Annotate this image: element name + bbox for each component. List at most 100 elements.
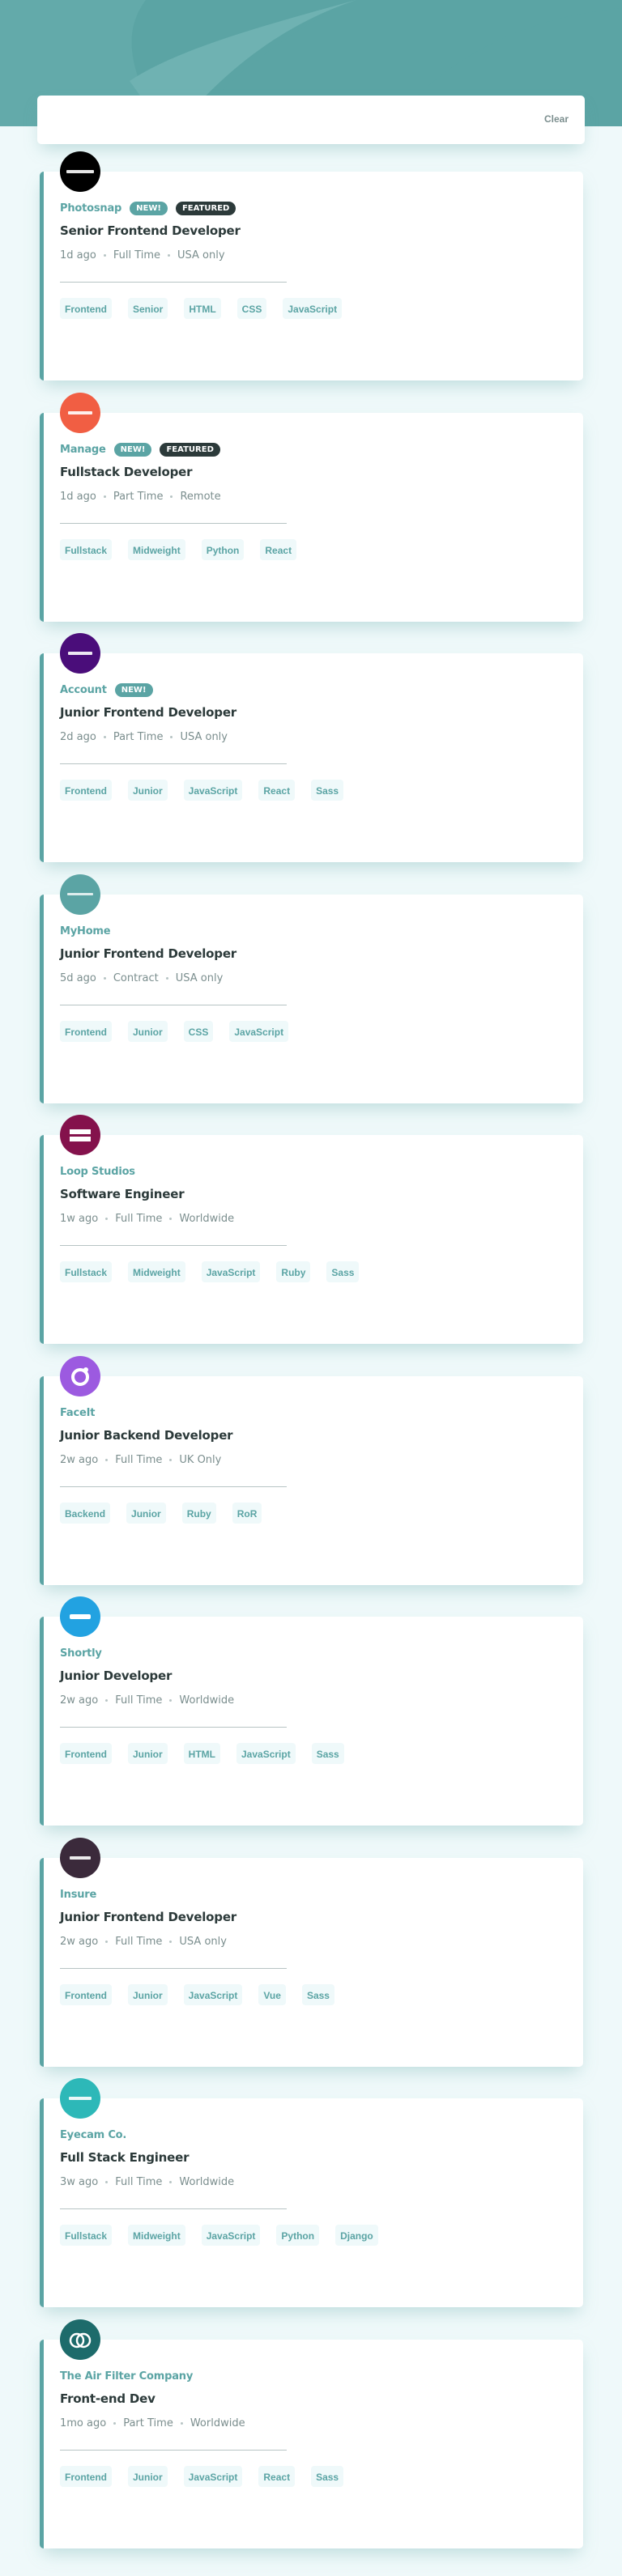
job-meta: 2w ago Full Time USA only xyxy=(60,1936,227,1948)
filter-tag[interactable]: Junior xyxy=(128,1984,168,2005)
divider xyxy=(60,1245,287,1246)
filter-tag[interactable]: Ruby xyxy=(276,1261,311,1282)
filter-tag[interactable]: Sass xyxy=(326,1261,360,1282)
divider xyxy=(60,763,287,764)
filter-tag[interactable]: Django xyxy=(335,2225,378,2246)
separator-dot xyxy=(168,254,171,257)
filter-tag[interactable]: Sass xyxy=(311,1743,344,1764)
job-location: UK Only xyxy=(179,1454,222,1466)
job-title[interactable]: Full Stack Engineer xyxy=(60,2150,189,2165)
filter-tag[interactable]: Fullstack xyxy=(60,2225,113,2246)
filter-tag[interactable]: Midweight xyxy=(128,539,185,560)
job-card: Account NEW! Junior Frontend Developer 2d a… xyxy=(40,633,583,862)
filter-tag[interactable]: Junior xyxy=(128,1021,168,1042)
divider xyxy=(60,523,287,524)
job-location: USA only xyxy=(179,1936,227,1948)
filter-tag[interactable]: Vue xyxy=(258,1984,286,2005)
job-title[interactable]: Junior Frontend Developer xyxy=(60,1910,236,1924)
filter-tag[interactable]: JavaScript xyxy=(183,780,243,801)
job-title[interactable]: Junior Developer xyxy=(60,1668,172,1683)
filter-tag[interactable]: Fullstack xyxy=(60,539,113,560)
job-title[interactable]: Fullstack Developer xyxy=(60,465,193,479)
filter-tag[interactable]: Frontend xyxy=(60,298,112,319)
filter-tag[interactable]: Frontend xyxy=(60,780,112,801)
filter-tag[interactable]: React xyxy=(260,539,297,560)
filter-tag[interactable]: HTML xyxy=(184,298,221,319)
filter-tag[interactable]: Python xyxy=(201,539,245,560)
company-name: The Air Filter Company xyxy=(60,2370,194,2383)
job-meta: 1w ago Full Time Worldwide xyxy=(60,1213,234,1225)
filter-tag[interactable]: CSS xyxy=(236,298,267,319)
filter-tag[interactable]: JavaScript xyxy=(183,1984,243,2005)
insure-logo-icon xyxy=(60,1838,100,1878)
company-name: FaceIt xyxy=(60,1406,96,1419)
filter-tag[interactable]: Python xyxy=(276,2225,320,2246)
job-title[interactable]: Junior Frontend Developer xyxy=(60,946,236,961)
filter-tag[interactable]: Frontend xyxy=(60,1743,112,1764)
filter-tag[interactable]: Frontend xyxy=(60,1021,112,1042)
separator-dot xyxy=(113,2422,117,2425)
posted-time: 5d ago xyxy=(60,972,96,984)
tag-list: Fullstack Midweight Python React xyxy=(60,539,297,560)
separator-dot xyxy=(105,1459,109,1461)
contract-type: Full Time xyxy=(113,249,161,261)
filter-tag[interactable]: HTML xyxy=(183,1743,220,1764)
job-title[interactable]: Junior Backend Developer xyxy=(60,1428,233,1443)
filter-tag[interactable]: Junior xyxy=(128,2466,168,2487)
filter-tag[interactable]: Frontend xyxy=(60,2466,112,2487)
job-title[interactable]: Senior Frontend Developer xyxy=(60,223,241,238)
tag-list: Frontend Junior CSS JavaScript xyxy=(60,1021,289,1042)
manage-logo-icon xyxy=(60,393,100,433)
filter-tag[interactable]: JavaScript xyxy=(229,1021,289,1042)
filter-tag[interactable]: Sass xyxy=(311,2466,344,2487)
posted-time: 2w ago xyxy=(60,1454,99,1466)
posted-time: 2w ago xyxy=(60,1694,99,1707)
filter-tag[interactable]: JavaScript xyxy=(201,2225,261,2246)
filter-tag[interactable]: RoR xyxy=(232,1503,262,1524)
job-title[interactable]: Junior Frontend Developer xyxy=(60,705,236,720)
tag-list: Fullstack Midweight JavaScript Ruby Sass xyxy=(60,1261,360,1282)
filter-tag[interactable]: Fullstack xyxy=(60,1261,113,1282)
filter-tag[interactable]: JavaScript xyxy=(236,1743,296,1764)
filter-tag[interactable]: Senior xyxy=(128,298,168,319)
tag-list: Frontend Junior JavaScript React Sass xyxy=(60,2466,344,2487)
tag-list: Frontend Junior HTML JavaScript Sass xyxy=(60,1743,344,1764)
filter-tag[interactable]: Frontend xyxy=(60,1984,112,2005)
filter-tag[interactable]: JavaScript xyxy=(201,1261,261,1282)
filter-tag[interactable]: Junior xyxy=(126,1503,166,1524)
filter-tag[interactable]: Midweight xyxy=(128,2225,185,2246)
contract-type: Contract xyxy=(113,972,159,984)
separator-dot xyxy=(105,1699,109,1702)
job-location: Worldwide xyxy=(179,2176,235,2188)
filter-tag[interactable]: Junior xyxy=(128,780,168,801)
filter-tag[interactable]: JavaScript xyxy=(283,298,343,319)
filter-tag[interactable]: Junior xyxy=(128,1743,168,1764)
tag-list: Backend Junior Ruby RoR xyxy=(60,1503,262,1524)
company-row: Eyecam Co. xyxy=(60,2126,126,2144)
divider xyxy=(60,1968,287,1969)
posted-time: 2w ago xyxy=(60,1936,99,1948)
tag-list: Frontend Junior JavaScript React Sass xyxy=(60,780,344,801)
filter-tag[interactable]: CSS xyxy=(183,1021,214,1042)
job-card: MyHome Junior Frontend Developer 5d ago Con… xyxy=(40,874,583,1103)
account-logo-icon xyxy=(60,633,100,674)
separator-dot xyxy=(105,1941,109,1943)
job-location: Worldwide xyxy=(190,2417,245,2429)
job-meta: 1d ago Part Time Remote xyxy=(60,491,221,503)
filter-tag[interactable]: Ruby xyxy=(181,1503,216,1524)
separator-dot xyxy=(170,736,173,738)
job-title[interactable]: Software Engineer xyxy=(60,1187,185,1201)
filter-tag[interactable]: Midweight xyxy=(128,1261,185,1282)
job-title[interactable]: Front-end Dev xyxy=(60,2391,156,2406)
company-name: Shortly xyxy=(60,1647,102,1660)
filter-tag[interactable]: React xyxy=(258,2466,296,2487)
filter-tag[interactable]: Sass xyxy=(301,1984,334,2005)
job-meta: 1mo ago Part Time Worldwide xyxy=(60,2417,245,2429)
posted-time: 3w ago xyxy=(60,2176,99,2188)
filter-tag[interactable]: Backend xyxy=(60,1503,111,1524)
filter-tag[interactable]: JavaScript xyxy=(183,2466,243,2487)
filter-tag[interactable]: React xyxy=(258,780,296,801)
filter-tag[interactable]: Sass xyxy=(311,780,344,801)
separator-dot xyxy=(170,495,173,498)
separator-dot xyxy=(169,1941,173,1943)
